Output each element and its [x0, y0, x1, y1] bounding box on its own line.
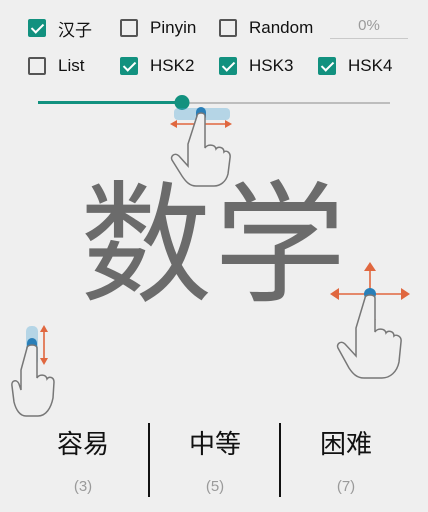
- hanzi-checkbox[interactable]: [28, 19, 46, 37]
- list-checkbox[interactable]: [28, 57, 46, 75]
- option-hsk3[interactable]: HSK3: [219, 53, 293, 79]
- list-label: List: [58, 56, 85, 75]
- hsk4-checkbox[interactable]: [318, 57, 336, 75]
- random-label: Random: [249, 18, 314, 37]
- pinyin-checkbox[interactable]: [120, 19, 138, 37]
- progress-percent-field: 0%: [330, 16, 408, 39]
- option-list[interactable]: List: [28, 53, 84, 79]
- swipe-vertical-hand-icon: [11, 325, 55, 417]
- difficulty-medium-label: 中等: [188, 429, 241, 459]
- option-hsk2[interactable]: HSK2: [120, 53, 194, 79]
- hsk3-checkbox[interactable]: [219, 57, 237, 75]
- slider-fill: [38, 101, 182, 104]
- hanzi-label: 汉子: [58, 20, 92, 40]
- hsk3-label: HSK3: [249, 56, 294, 75]
- difficulty-medium-count: (5): [205, 478, 225, 495]
- swipe-all-directions-hand-icon: [330, 262, 410, 379]
- difficulty-easy-button[interactable]: 容易 (3): [18, 424, 148, 500]
- option-pinyin[interactable]: Pinyin: [120, 15, 196, 41]
- option-hsk4[interactable]: HSK4: [318, 53, 392, 79]
- difficulty-hard-count: (7): [336, 478, 356, 495]
- random-checkbox[interactable]: [219, 19, 237, 37]
- option-hanzi[interactable]: 汉子: [28, 15, 92, 41]
- hsk2-checkbox[interactable]: [120, 57, 138, 75]
- option-random[interactable]: Random: [219, 15, 313, 41]
- hsk4-label: HSK4: [348, 56, 393, 75]
- difficulty-easy-count: (3): [73, 478, 93, 495]
- difficulty-medium-button[interactable]: 中等 (5): [150, 424, 280, 500]
- difficulty-easy-label: 容易: [56, 429, 109, 459]
- difficulty-hard-button[interactable]: 困难 (7): [281, 424, 411, 500]
- difficulty-hard-label: 困难: [319, 429, 372, 459]
- hsk2-label: HSK2: [150, 56, 195, 75]
- pinyin-label: Pinyin: [150, 18, 197, 37]
